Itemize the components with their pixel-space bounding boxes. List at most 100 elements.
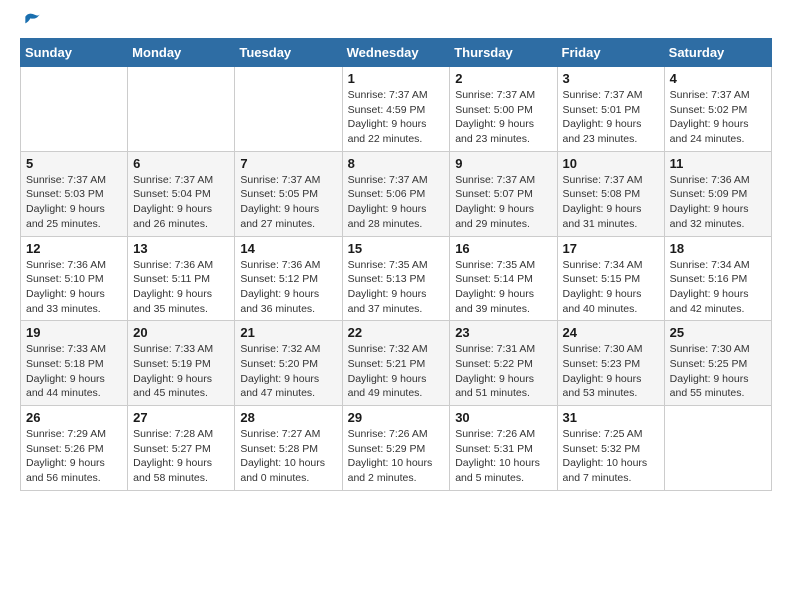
weekday-header-friday: Friday xyxy=(557,39,664,67)
calendar-cell xyxy=(21,67,128,152)
day-info: Sunrise: 7:33 AM Sunset: 5:19 PM Dayligh… xyxy=(133,342,229,401)
day-number: 19 xyxy=(26,325,122,340)
calendar-cell: 27 Sunrise: 7:28 AM Sunset: 5:27 PM Dayli… xyxy=(128,406,235,491)
day-info: Sunrise: 7:30 AM Sunset: 5:25 PM Dayligh… xyxy=(670,342,766,401)
calendar-cell: 13 Sunrise: 7:36 AM Sunset: 5:11 PM Dayli… xyxy=(128,236,235,321)
calendar-cell: 12 Sunrise: 7:36 AM Sunset: 5:10 PM Dayli… xyxy=(21,236,128,321)
day-number: 26 xyxy=(26,410,122,425)
day-number: 1 xyxy=(348,71,445,86)
calendar-week-5: 26 Sunrise: 7:29 AM Sunset: 5:26 PM Dayli… xyxy=(21,406,772,491)
day-info: Sunrise: 7:37 AM Sunset: 5:04 PM Dayligh… xyxy=(133,173,229,232)
calendar-cell: 15 Sunrise: 7:35 AM Sunset: 5:13 PM Dayli… xyxy=(342,236,450,321)
calendar-header-row: SundayMondayTuesdayWednesdayThursdayFrid… xyxy=(21,39,772,67)
calendar-cell xyxy=(235,67,342,152)
day-number: 29 xyxy=(348,410,445,425)
day-number: 5 xyxy=(26,156,122,171)
calendar-cell: 11 Sunrise: 7:36 AM Sunset: 5:09 PM Dayli… xyxy=(664,151,771,236)
calendar-cell: 8 Sunrise: 7:37 AM Sunset: 5:06 PM Daylig… xyxy=(342,151,450,236)
calendar-table: SundayMondayTuesdayWednesdayThursdayFrid… xyxy=(20,38,772,491)
calendar-cell: 10 Sunrise: 7:37 AM Sunset: 5:08 PM Dayli… xyxy=(557,151,664,236)
day-number: 3 xyxy=(563,71,659,86)
day-number: 11 xyxy=(670,156,766,171)
day-info: Sunrise: 7:35 AM Sunset: 5:14 PM Dayligh… xyxy=(455,258,551,317)
calendar-cell: 18 Sunrise: 7:34 AM Sunset: 5:16 PM Dayli… xyxy=(664,236,771,321)
day-number: 2 xyxy=(455,71,551,86)
day-info: Sunrise: 7:26 AM Sunset: 5:29 PM Dayligh… xyxy=(348,427,445,486)
day-info: Sunrise: 7:35 AM Sunset: 5:13 PM Dayligh… xyxy=(348,258,445,317)
day-info: Sunrise: 7:31 AM Sunset: 5:22 PM Dayligh… xyxy=(455,342,551,401)
day-info: Sunrise: 7:34 AM Sunset: 5:16 PM Dayligh… xyxy=(670,258,766,317)
calendar-cell: 29 Sunrise: 7:26 AM Sunset: 5:29 PM Dayli… xyxy=(342,406,450,491)
day-info: Sunrise: 7:37 AM Sunset: 5:03 PM Dayligh… xyxy=(26,173,122,232)
day-number: 18 xyxy=(670,241,766,256)
day-number: 14 xyxy=(240,241,336,256)
day-number: 4 xyxy=(670,71,766,86)
calendar-cell: 7 Sunrise: 7:37 AM Sunset: 5:05 PM Daylig… xyxy=(235,151,342,236)
calendar-cell: 25 Sunrise: 7:30 AM Sunset: 5:25 PM Dayli… xyxy=(664,321,771,406)
calendar-cell: 17Sunrise: 7:34 AM Sunset: 5:15 PM Dayli… xyxy=(557,236,664,321)
day-number: 8 xyxy=(348,156,445,171)
day-info: Sunrise: 7:36 AM Sunset: 5:09 PM Dayligh… xyxy=(670,173,766,232)
day-number: 31 xyxy=(563,410,659,425)
day-info: Sunrise: 7:29 AM Sunset: 5:26 PM Dayligh… xyxy=(26,427,122,486)
day-number: 23 xyxy=(455,325,551,340)
day-info: Sunrise: 7:36 AM Sunset: 5:10 PM Dayligh… xyxy=(26,258,122,317)
calendar-cell: 21 Sunrise: 7:32 AM Sunset: 5:20 PM Dayli… xyxy=(235,321,342,406)
day-info: Sunrise: 7:28 AM Sunset: 5:27 PM Dayligh… xyxy=(133,427,229,486)
calendar-cell: 20 Sunrise: 7:33 AM Sunset: 5:19 PM Dayli… xyxy=(128,321,235,406)
day-number: 20 xyxy=(133,325,229,340)
calendar-cell: 6 Sunrise: 7:37 AM Sunset: 5:04 PM Daylig… xyxy=(128,151,235,236)
day-number: 27 xyxy=(133,410,229,425)
day-info: Sunrise: 7:37 AM Sunset: 5:02 PM Dayligh… xyxy=(670,88,766,147)
day-number: 21 xyxy=(240,325,336,340)
day-number: 9 xyxy=(455,156,551,171)
calendar-cell: 26 Sunrise: 7:29 AM Sunset: 5:26 PM Dayli… xyxy=(21,406,128,491)
day-number: 24 xyxy=(563,325,659,340)
day-info: Sunrise: 7:37 AM Sunset: 5:01 PM Dayligh… xyxy=(563,88,659,147)
weekday-header-tuesday: Tuesday xyxy=(235,39,342,67)
day-info: Sunrise: 7:32 AM Sunset: 5:21 PM Dayligh… xyxy=(348,342,445,401)
calendar-cell: 14Sunrise: 7:36 AM Sunset: 5:12 PM Dayli… xyxy=(235,236,342,321)
calendar-cell: 22 Sunrise: 7:32 AM Sunset: 5:21 PM Dayli… xyxy=(342,321,450,406)
calendar-week-1: 1Sunrise: 7:37 AM Sunset: 4:59 PM Daylig… xyxy=(21,67,772,152)
day-number: 13 xyxy=(133,241,229,256)
calendar-cell: 2 Sunrise: 7:37 AM Sunset: 5:00 PM Daylig… xyxy=(450,67,557,152)
day-number: 7 xyxy=(240,156,336,171)
day-info: Sunrise: 7:37 AM Sunset: 5:05 PM Dayligh… xyxy=(240,173,336,232)
weekday-header-monday: Monday xyxy=(128,39,235,67)
calendar-cell: 23 Sunrise: 7:31 AM Sunset: 5:22 PM Dayli… xyxy=(450,321,557,406)
day-info: Sunrise: 7:36 AM Sunset: 5:11 PM Dayligh… xyxy=(133,258,229,317)
day-number: 25 xyxy=(670,325,766,340)
day-info: Sunrise: 7:26 AM Sunset: 5:31 PM Dayligh… xyxy=(455,427,551,486)
day-info: Sunrise: 7:37 AM Sunset: 5:08 PM Dayligh… xyxy=(563,173,659,232)
day-number: 12 xyxy=(26,241,122,256)
day-number: 15 xyxy=(348,241,445,256)
calendar-week-2: 5 Sunrise: 7:37 AM Sunset: 5:03 PM Daylig… xyxy=(21,151,772,236)
weekday-header-sunday: Sunday xyxy=(21,39,128,67)
day-number: 17 xyxy=(563,241,659,256)
day-info: Sunrise: 7:27 AM Sunset: 5:28 PM Dayligh… xyxy=(240,427,336,486)
day-info: Sunrise: 7:25 AM Sunset: 5:32 PM Dayligh… xyxy=(563,427,659,486)
calendar-cell xyxy=(664,406,771,491)
calendar-cell: 5 Sunrise: 7:37 AM Sunset: 5:03 PM Daylig… xyxy=(21,151,128,236)
day-number: 16 xyxy=(455,241,551,256)
calendar-cell: 1Sunrise: 7:37 AM Sunset: 4:59 PM Daylig… xyxy=(342,67,450,152)
calendar-cell: 9Sunrise: 7:37 AM Sunset: 5:07 PM Daylig… xyxy=(450,151,557,236)
day-info: Sunrise: 7:37 AM Sunset: 5:06 PM Dayligh… xyxy=(348,173,445,232)
day-info: Sunrise: 7:37 AM Sunset: 5:00 PM Dayligh… xyxy=(455,88,551,147)
calendar-cell xyxy=(128,67,235,152)
weekday-header-thursday: Thursday xyxy=(450,39,557,67)
day-info: Sunrise: 7:30 AM Sunset: 5:23 PM Dayligh… xyxy=(563,342,659,401)
calendar-cell: 31 Sunrise: 7:25 AM Sunset: 5:32 PM Dayli… xyxy=(557,406,664,491)
day-number: 22 xyxy=(348,325,445,340)
day-number: 6 xyxy=(133,156,229,171)
logo-bird-icon xyxy=(22,10,42,30)
calendar-cell: 16 Sunrise: 7:35 AM Sunset: 5:14 PM Dayli… xyxy=(450,236,557,321)
day-number: 30 xyxy=(455,410,551,425)
calendar-week-4: 19Sunrise: 7:33 AM Sunset: 5:18 PM Dayli… xyxy=(21,321,772,406)
day-info: Sunrise: 7:32 AM Sunset: 5:20 PM Dayligh… xyxy=(240,342,336,401)
calendar-cell: 30 Sunrise: 7:26 AM Sunset: 5:31 PM Dayli… xyxy=(450,406,557,491)
page-header xyxy=(20,10,772,30)
weekday-header-wednesday: Wednesday xyxy=(342,39,450,67)
day-number: 10 xyxy=(563,156,659,171)
